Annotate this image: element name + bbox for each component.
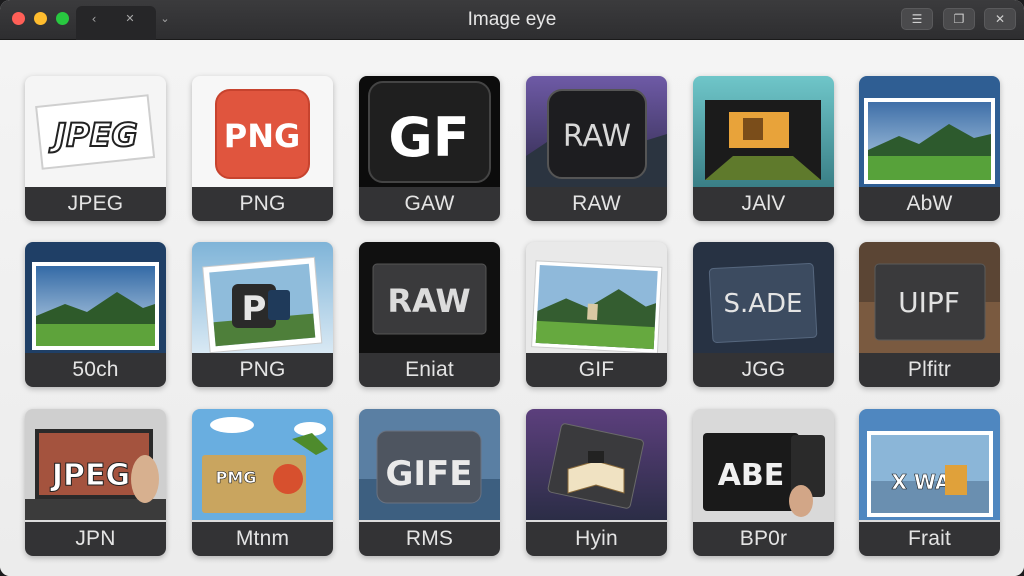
- gif-thumbnail: GF: [359, 76, 500, 187]
- raw-thumbnail: RAW: [526, 76, 667, 187]
- image-card[interactable]: P PNG: [192, 242, 333, 387]
- title-bar: ‹ ✕ ⌄ Image eye ☰ ❐ ✕: [0, 0, 1024, 40]
- card-label: JGG: [693, 353, 834, 387]
- art-text: JPEG: [48, 116, 137, 154]
- image-card[interactable]: GF GAW: [359, 76, 500, 221]
- image-card[interactable]: JPEG JPEG: [25, 76, 166, 221]
- zoom-window-dot[interactable]: [56, 12, 69, 25]
- image-card[interactable]: GIF: [526, 242, 667, 387]
- close-button[interactable]: ✕: [984, 8, 1016, 30]
- art-text: UIPF: [898, 286, 960, 319]
- image-card[interactable]: PMG Mtnm: [192, 409, 333, 556]
- image-card[interactable]: 50ch: [25, 242, 166, 387]
- image-card[interactable]: ABE BP0r: [693, 409, 834, 556]
- card-label: GIF: [526, 353, 667, 387]
- card-label: Hyin: [526, 522, 667, 556]
- card-label: JPN: [25, 522, 166, 556]
- jpeg-laptop-thumbnail: JPEG: [25, 409, 166, 520]
- image-card[interactable]: JAlV: [693, 76, 834, 221]
- card-label: Mtnm: [192, 522, 333, 556]
- art-text: RAW: [563, 119, 631, 154]
- image-card[interactable]: AbW: [859, 76, 1000, 221]
- card-label: Eniat: [359, 353, 500, 387]
- image-card[interactable]: X WA Frait: [859, 409, 1000, 556]
- abe-device-thumbnail: ABE: [693, 409, 834, 520]
- chevron-down-icon[interactable]: ⌄: [155, 9, 175, 29]
- card-label: 50ch: [25, 353, 166, 387]
- close-tab-icon[interactable]: ✕: [120, 9, 140, 29]
- sade-thumbnail: S.ADE: [693, 242, 834, 353]
- art-text: ABE: [718, 458, 785, 493]
- app-window: ‹ ✕ ⌄ Image eye ☰ ❐ ✕ JPEG JPEG PNG PNG …: [0, 0, 1024, 576]
- image-grid: JPEG JPEG PNG PNG GF GAW RAW RAW JAlV Ab…: [0, 40, 1024, 576]
- jpeg-thumbnail: JPEG: [25, 76, 166, 187]
- card-label: JPEG: [25, 187, 166, 221]
- card-label: GAW: [359, 187, 500, 221]
- image-card[interactable]: Hyin: [526, 409, 667, 556]
- card-label: PNG: [192, 187, 333, 221]
- image-card[interactable]: UIPF Plfitr: [859, 242, 1000, 387]
- image-card[interactable]: RAW RAW: [526, 76, 667, 221]
- image-card[interactable]: S.ADE JGG: [693, 242, 834, 387]
- art-text: GIFE: [385, 454, 472, 494]
- close-window-dot[interactable]: [12, 12, 25, 25]
- photo-frame-thumbnail: [693, 76, 834, 187]
- image-card[interactable]: PNG PNG: [192, 76, 333, 221]
- minimize-window-dot[interactable]: [34, 12, 47, 25]
- menu-button[interactable]: ☰: [901, 8, 933, 30]
- card-label: PNG: [192, 353, 333, 387]
- image-card[interactable]: JPEG JPN: [25, 409, 166, 556]
- png-photo-thumbnail: P: [192, 242, 333, 353]
- art-text: RAW: [387, 282, 470, 320]
- xwa-thumbnail: X WA: [859, 409, 1000, 520]
- book-thumbnail: [526, 409, 667, 520]
- art-text: PMG: [216, 468, 257, 487]
- raw-dark-thumbnail: RAW: [359, 242, 500, 353]
- card-label: Plfitr: [859, 353, 1000, 387]
- card-label: Frait: [859, 522, 1000, 556]
- back-icon[interactable]: ‹: [84, 9, 104, 29]
- landscape-thumbnail: [25, 242, 166, 353]
- pmg-thumbnail: PMG: [192, 409, 333, 520]
- card-label: RAW: [526, 187, 667, 221]
- art-text: P: [242, 289, 267, 329]
- art-text: GF: [388, 106, 469, 169]
- landscape-thumbnail: [859, 76, 1000, 187]
- card-label: RMS: [359, 522, 500, 556]
- art-text: X WA: [891, 470, 951, 494]
- card-label: AbW: [859, 187, 1000, 221]
- restore-button[interactable]: ❐: [943, 8, 975, 30]
- card-label: JAlV: [693, 187, 834, 221]
- uipf-thumbnail: UIPF: [859, 242, 1000, 353]
- landscape-photo-thumbnail: [526, 242, 667, 353]
- png-thumbnail: PNG: [192, 76, 333, 187]
- art-text: PNG: [224, 117, 301, 155]
- image-card[interactable]: GIFE RMS: [359, 409, 500, 556]
- gife-thumbnail: GIFE: [359, 409, 500, 520]
- image-card[interactable]: RAW Eniat: [359, 242, 500, 387]
- card-label: BP0r: [693, 522, 834, 556]
- art-text: S.ADE: [723, 289, 802, 319]
- art-text: JPEG: [50, 458, 130, 493]
